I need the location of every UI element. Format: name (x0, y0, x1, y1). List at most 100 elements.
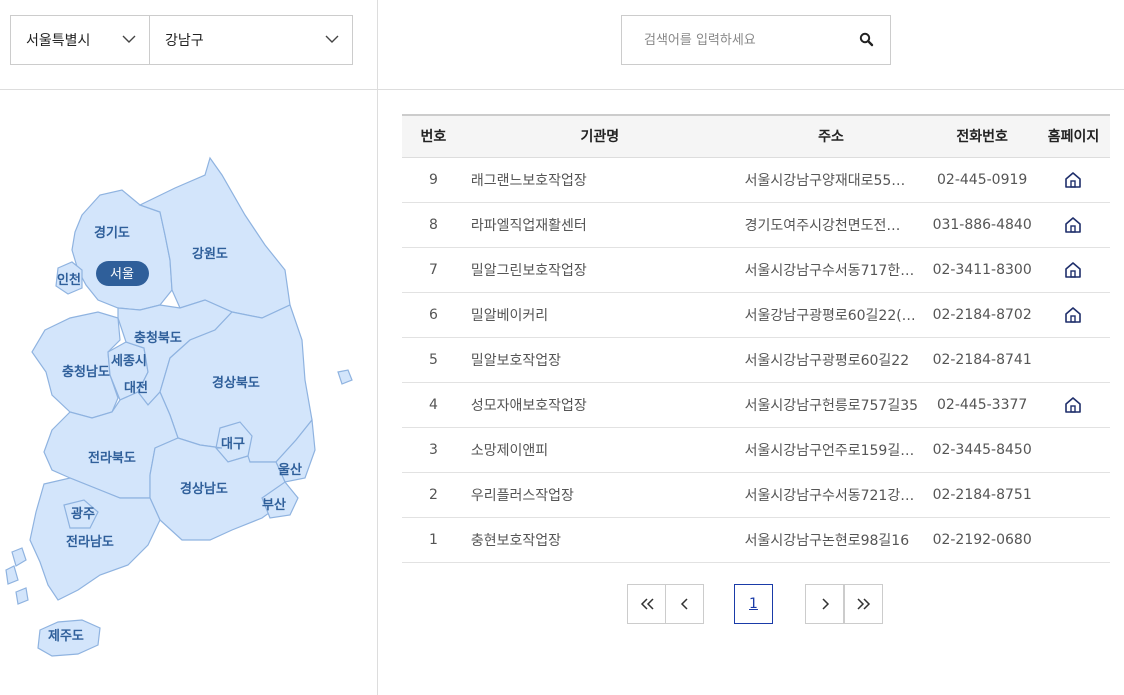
search-icon[interactable] (858, 31, 876, 49)
row-num: 4 (402, 382, 465, 428)
table-row[interactable]: 1 충현보호작업장 서울시강남구논현로98길16 02-2192-0680 (402, 517, 1110, 563)
next-page-button[interactable] (805, 584, 844, 624)
row-address-text: 서울시강남구헌릉로757길35 (744, 397, 919, 414)
home-icon[interactable] (1063, 170, 1083, 190)
map-label-gyeongbuk[interactable]: 경상북도 (212, 375, 260, 391)
row-phone: 031-886-4840 (927, 202, 1037, 248)
map-islands-west (5, 547, 29, 605)
row-address-text: 서울시강남구논현로98길16 (744, 532, 910, 549)
row-homepage (1036, 427, 1110, 473)
row-phone: 02-2192-0680 (927, 517, 1037, 563)
row-homepage (1036, 247, 1110, 293)
row-homepage (1036, 517, 1110, 563)
facility-table: 번호 기관명 주소 전화번호 홈페이지 9 래그랜느보호작업장 서울시강남구양재대로… (402, 114, 1110, 563)
table-row[interactable]: 5 밀알보호작업장 서울시강남구광평로60길22 02-2184-8741 (402, 337, 1110, 383)
prev-page-button[interactable] (665, 584, 704, 624)
row-address: 서울시강남구광평로60길22 (734, 337, 928, 383)
map-island-east (337, 369, 353, 385)
district-select-value: 강남구 (165, 33, 204, 49)
home-icon[interactable] (1063, 215, 1083, 235)
search-bar (378, 0, 1124, 90)
map-label-gwangju[interactable]: 광주 (71, 507, 95, 522)
row-name: 성모자애보호작업장 (464, 382, 735, 428)
double-chevron-right-icon (856, 598, 870, 610)
row-homepage (1036, 202, 1110, 248)
korea-map-svg: 경기도 강원도 인천 서울 충청북도 세종시 충청남도 대전 경상북도 대구 전… (5, 156, 353, 657)
row-num: 9 (402, 157, 465, 203)
row-homepage (1036, 337, 1110, 383)
page-button-1[interactable]: 1 (734, 584, 773, 624)
chevron-left-icon (680, 598, 688, 610)
header-tel: 전화번호 (927, 115, 1037, 158)
row-address-text: 서울시강남구양재대로55… (744, 172, 906, 189)
table-row[interactable]: 4 성모자애보호작업장 서울시강남구헌릉로757길35 02-445-3377 (402, 382, 1110, 428)
row-address: 서울시강남구양재대로55… (734, 157, 928, 203)
chevron-down-icon (122, 35, 136, 43)
table-row[interactable]: 3 소망제이앤피 서울시강남구언주로159길… 02-3445-8450 (402, 427, 1110, 473)
row-num: 1 (402, 517, 465, 563)
row-address: 서울시강남구수서동721강… (734, 472, 928, 518)
table-row[interactable]: 6 밀알베이커리 서울강남구광평로60길22(… 02-2184-8702 (402, 292, 1110, 338)
row-name: 밀알보호작업장 (464, 337, 735, 383)
search-input[interactable] (622, 16, 847, 64)
map-label-jeonbuk[interactable]: 전라북도 (88, 450, 136, 466)
row-num: 6 (402, 292, 465, 338)
header-addr: 주소 (734, 115, 928, 158)
table-row[interactable]: 2 우리플러스작업장 서울시강남구수서동721강… 02-2184-8751 (402, 472, 1110, 518)
header-home: 홈페이지 (1036, 115, 1110, 158)
map-label-seoul[interactable]: 서울 (110, 267, 134, 282)
chevron-right-icon (821, 598, 829, 610)
row-num: 3 (402, 427, 465, 473)
row-homepage (1036, 157, 1110, 203)
table-row[interactable]: 8 라파엘직업재활센터 경기도여주시강천면도전… 031-886-4840 (402, 202, 1110, 248)
last-page-button[interactable] (844, 584, 883, 624)
row-address-text: 서울시강남구광평로60길22 (744, 352, 910, 369)
row-name: 래그랜느보호작업장 (464, 157, 735, 203)
search-box (621, 15, 891, 65)
table-header-row: 번호 기관명 주소 전화번호 홈페이지 (402, 115, 1110, 158)
table-body: 9 래그랜느보호작업장 서울시강남구양재대로55… 02-445-0919 8 라파엘직업… (402, 157, 1110, 563)
row-phone: 02-2184-8702 (927, 292, 1037, 338)
row-address-text: 서울시강남구수서동721강… (744, 487, 915, 504)
row-address-text: 서울강남구광평로60길22(… (744, 307, 916, 324)
row-phone: 02-3411-8300 (927, 247, 1037, 293)
map-label-daegu[interactable]: 대구 (221, 437, 245, 452)
city-select[interactable]: 서울특별시 (10, 15, 150, 65)
first-page-button[interactable] (627, 584, 666, 624)
table-row[interactable]: 7 밀알그린보호작업장 서울시강남구수서동717한… 02-3411-8300 (402, 247, 1110, 293)
row-address-text: 서울시강남구언주로159길… (744, 442, 915, 459)
left-panel: 서울특별시 강남구 경기도 강원도 인천 서울 충청북도 세종시 충청남도 대전… (0, 0, 378, 695)
row-address: 서울강남구광평로60길22(… (734, 292, 928, 338)
korea-map: 경기도 강원도 인천 서울 충청북도 세종시 충청남도 대전 경상북도 대구 전… (0, 90, 378, 695)
map-label-chungnam[interactable]: 충청남도 (62, 364, 110, 380)
region-select-bar: 서울특별시 강남구 (0, 0, 378, 90)
row-name: 충현보호작업장 (464, 517, 735, 563)
home-icon[interactable] (1063, 305, 1083, 325)
row-phone: 02-445-3377 (927, 382, 1037, 428)
home-icon[interactable] (1063, 395, 1083, 415)
row-address: 서울시강남구언주로159길… (734, 427, 928, 473)
row-address: 서울시강남구논현로98길16 (734, 517, 928, 563)
map-label-gangwon[interactable]: 강원도 (192, 246, 228, 262)
map-label-sejong[interactable]: 세종시 (111, 354, 147, 369)
row-num: 8 (402, 202, 465, 248)
row-num: 7 (402, 247, 465, 293)
row-address-text: 서울시강남구수서동717한… (744, 262, 915, 279)
row-homepage (1036, 382, 1110, 428)
right-panel: 번호 기관명 주소 전화번호 홈페이지 9래그랜느보호작업장 서울시강남구양재대로… (378, 0, 1124, 695)
map-label-gyeongnam[interactable]: 경상남도 (180, 481, 228, 497)
map-label-incheon[interactable]: 인천 (57, 272, 81, 288)
map-label-busan[interactable]: 부산 (262, 497, 286, 513)
table-row[interactable]: 9 래그랜느보호작업장 서울시강남구양재대로55… 02-445-0919 (402, 157, 1110, 203)
map-label-jeju[interactable]: 제주도 (48, 629, 84, 644)
map-label-gyeonggi[interactable]: 경기도 (94, 225, 130, 241)
map-label-jeonnam[interactable]: 전라남도 (66, 534, 114, 550)
header-num: 번호 (402, 115, 465, 158)
double-chevron-left-icon (640, 598, 654, 610)
district-select[interactable]: 강남구 (149, 15, 353, 65)
map-label-ulsan[interactable]: 울산 (278, 462, 302, 478)
home-icon[interactable] (1063, 260, 1083, 280)
map-label-daejeon[interactable]: 대전 (124, 380, 148, 396)
map-label-chungbuk[interactable]: 충청북도 (134, 330, 182, 346)
row-name: 밀알베이커리 (464, 292, 735, 338)
